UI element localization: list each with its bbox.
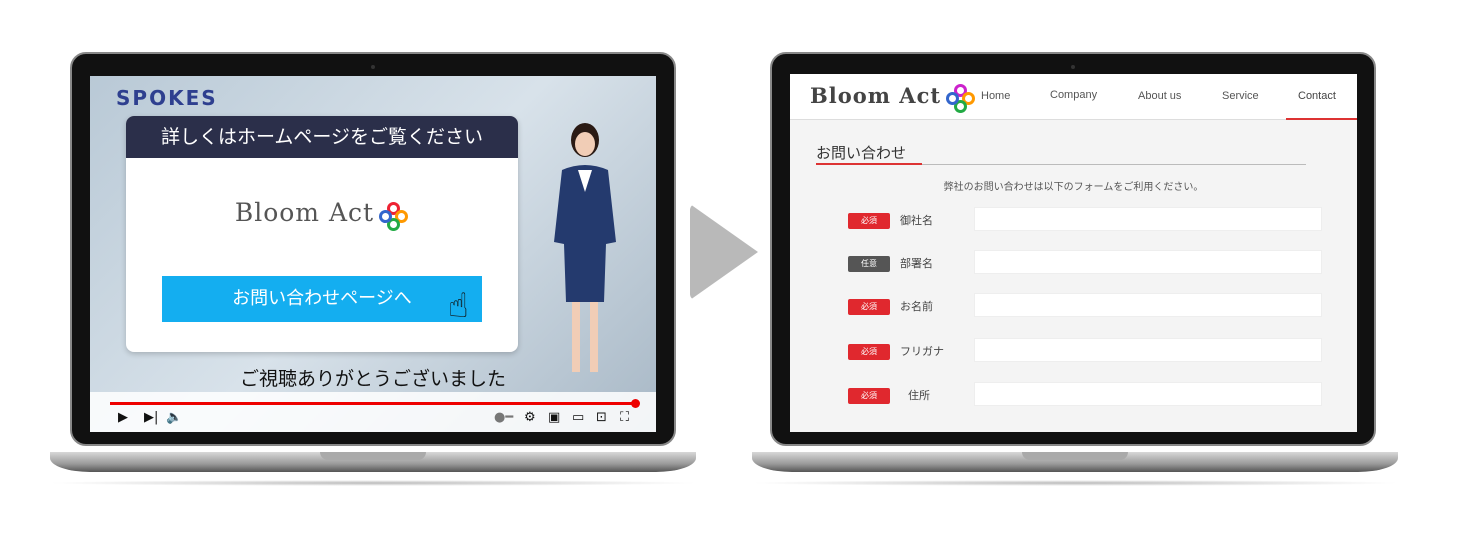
left-laptop-base: [50, 452, 696, 472]
field-label: 住所: [908, 389, 930, 402]
end-card: 詳しくはホームページをご覧ください Bloom Act お問い合わせページへ ☝: [126, 116, 518, 352]
page-title: お問い合わせ: [816, 144, 907, 162]
card-heading: 詳しくはホームページをご覧ください: [126, 116, 518, 158]
form-row-address: 必須 住所: [790, 382, 1357, 408]
cast-icon[interactable]: ⊡: [596, 410, 607, 425]
right-laptop-base: [752, 452, 1398, 472]
required-badge: 必須: [848, 213, 890, 229]
form-intro: 弊社のお問い合わせは以下のフォームをご利用ください。: [943, 182, 1204, 193]
field-label: フリガナ: [900, 345, 944, 358]
nav-service[interactable]: Service: [1222, 90, 1259, 102]
video-player[interactable]: SPOKES 詳しくはホームページをご覧ください Bloom Act お問い合わ…: [90, 76, 656, 432]
form-row-furigana: 必須 フリガナ: [790, 338, 1357, 364]
contact-page-button[interactable]: お問い合わせページへ: [162, 276, 482, 322]
nav-about-us[interactable]: About us: [1138, 90, 1181, 102]
name-input[interactable]: [974, 293, 1322, 317]
volume-icon[interactable]: 🔈: [166, 410, 182, 425]
settings-icon[interactable]: ⚙: [524, 410, 536, 425]
field-label: 部署名: [900, 257, 933, 270]
flower-logo-icon: [379, 201, 409, 232]
field-label: お名前: [900, 300, 933, 313]
form-row-company: 必須 御社名: [790, 207, 1357, 233]
bloom-act-logo: Bloom Act: [126, 198, 518, 232]
furigana-input[interactable]: [974, 338, 1322, 362]
nav-home[interactable]: Home: [981, 90, 1010, 102]
logo-text: Bloom Act: [810, 83, 942, 108]
miniplayer-icon[interactable]: ▣: [548, 410, 560, 425]
nav-contact[interactable]: Contact: [1298, 90, 1336, 102]
fullscreen-icon[interactable]: ⛶: [620, 410, 629, 425]
department-input[interactable]: [974, 250, 1322, 274]
required-badge: 必須: [848, 388, 890, 404]
title-accent: [816, 163, 922, 165]
site-logo[interactable]: Bloom Act: [810, 83, 976, 114]
required-badge: 必須: [848, 299, 890, 315]
form-row-name: 必須 お名前: [790, 293, 1357, 319]
active-nav-underline: [1286, 118, 1357, 120]
contact-website: Bloom Act Home Company About us Service …: [790, 74, 1357, 432]
form-row-department: 任意 部署名: [790, 250, 1357, 276]
arrow-right-icon: [690, 204, 758, 300]
required-badge: 必須: [848, 344, 890, 360]
presenter-image: [554, 123, 616, 372]
player-controls: ▶ ▶| 🔈 ●━ ⚙ ▣ ▭ ⊡ ⛶: [90, 396, 656, 432]
nav-company[interactable]: Company: [1050, 89, 1097, 101]
base-notch: [1022, 452, 1128, 460]
progress-bar[interactable]: [110, 399, 640, 408]
webcam: [371, 65, 375, 69]
scrubber-handle[interactable]: [631, 399, 640, 408]
company-name-input[interactable]: [974, 207, 1322, 231]
theater-icon[interactable]: ▭: [572, 410, 584, 425]
field-label: 御社名: [900, 214, 933, 227]
play-icon[interactable]: ▶: [118, 410, 128, 425]
thanks-caption: ご視聴ありがとうございました: [239, 368, 506, 390]
right-laptop-shadow: [748, 480, 1402, 486]
next-icon[interactable]: ▶|: [144, 410, 158, 425]
logo-text: Bloom Act: [234, 198, 375, 227]
address-input[interactable]: [974, 382, 1322, 406]
autoplay-toggle-icon[interactable]: ●━: [494, 410, 513, 425]
hand-pointer-icon: ☝: [448, 286, 469, 326]
flower-logo-icon: [946, 83, 976, 114]
base-notch: [320, 452, 426, 460]
webcam: [1071, 65, 1075, 69]
spokes-brand: SPOKES: [116, 86, 218, 110]
site-nav: Bloom Act Home Company About us Service …: [790, 74, 1357, 120]
optional-badge: 任意: [848, 256, 890, 272]
left-laptop-shadow: [46, 480, 700, 486]
